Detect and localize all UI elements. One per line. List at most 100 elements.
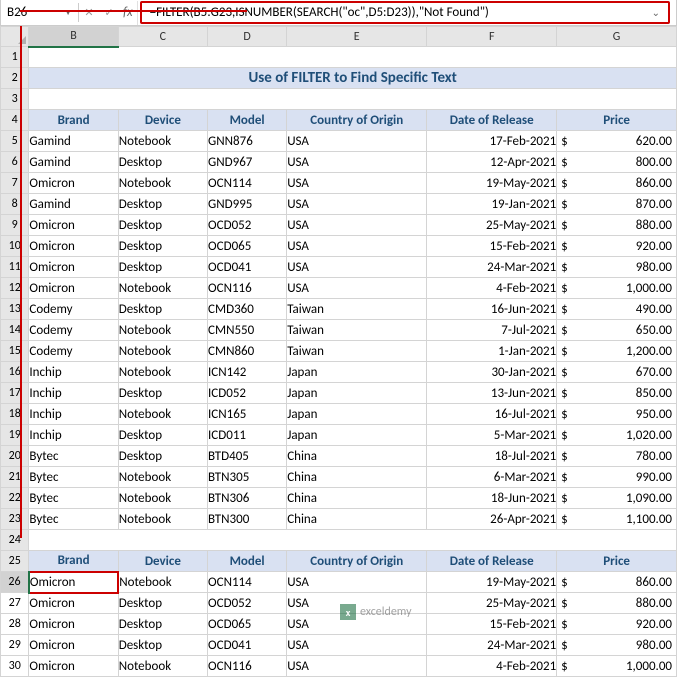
cell-price[interactable]: $1,020.00 [557, 425, 677, 446]
cell-device[interactable]: Desktop [118, 446, 207, 467]
cell-device[interactable]: Notebook [118, 131, 207, 152]
table-row[interactable]: 18 Inchip Notebook ICN165 Japan 16-Jul-2… [1, 404, 677, 425]
table-row[interactable]: 5 Gamind Notebook GNN876 USA 17-Feb-2021… [1, 131, 677, 152]
cell-device[interactable]: Desktop [118, 614, 207, 635]
cell-date[interactable]: 19-May-2021 [427, 173, 557, 194]
fx-icon[interactable]: fx [119, 5, 137, 20]
cell-model[interactable]: OCD041 [208, 635, 287, 656]
cell-price[interactable]: $860.00 [557, 173, 677, 194]
cell-date[interactable]: 25-May-2021 [427, 215, 557, 236]
cell-device[interactable]: Notebook [118, 572, 207, 593]
cell-date[interactable]: 17-Feb-2021 [427, 131, 557, 152]
spill-row[interactable]: 30 Omicron Notebook OCN116 USA 4-Feb-202… [1, 656, 677, 677]
cell-brand[interactable]: Omicron [29, 278, 118, 299]
cell-price[interactable]: $950.00 [557, 404, 677, 425]
cell-brand[interactable]: Bytec [29, 509, 118, 530]
cell-model[interactable]: ICD052 [208, 383, 287, 404]
cell-model[interactable]: GND995 [208, 194, 287, 215]
cell-brand[interactable]: Bytec [29, 467, 118, 488]
col-header-B[interactable]: B [29, 27, 118, 47]
cell-price[interactable]: $870.00 [557, 194, 677, 215]
cell-date[interactable]: 15-Feb-2021 [427, 614, 557, 635]
cell-brand[interactable]: Inchip [29, 383, 118, 404]
table-row[interactable]: 19 Inchip Desktop ICD011 Japan 5-Mar-202… [1, 425, 677, 446]
cancel-icon[interactable]: ✕ [79, 1, 99, 25]
cell-country[interactable]: USA [287, 236, 427, 257]
spill-row[interactable]: 28 Omicron Desktop OCD065 USA 15-Feb-202… [1, 614, 677, 635]
cell-model[interactable]: CMN550 [208, 320, 287, 341]
cell-model[interactable]: OCD052 [208, 215, 287, 236]
cell-country[interactable]: Japan [287, 362, 427, 383]
cell-price[interactable]: $990.00 [557, 467, 677, 488]
cell-price[interactable]: $620.00 [557, 131, 677, 152]
cell-date[interactable]: 24-Mar-2021 [427, 635, 557, 656]
cell-price[interactable]: $780.00 [557, 446, 677, 467]
table-row[interactable]: 16 Inchip Notebook ICN142 Japan 30-Jan-2… [1, 362, 677, 383]
cell-date[interactable]: 12-Apr-2021 [427, 152, 557, 173]
cell-device[interactable]: Desktop [118, 194, 207, 215]
cell-device[interactable]: Desktop [118, 635, 207, 656]
cell-date[interactable]: 7-Jul-2021 [427, 320, 557, 341]
cell-device[interactable]: Notebook [118, 467, 207, 488]
cell-model[interactable]: OCN116 [208, 278, 287, 299]
cell-model[interactable]: OCN114 [208, 173, 287, 194]
cell-price[interactable]: $850.00 [557, 383, 677, 404]
cell-device[interactable]: Notebook [118, 173, 207, 194]
table-row[interactable]: 13 Codemy Desktop CMD360 Taiwan 16-Jun-2… [1, 299, 677, 320]
cell-brand[interactable]: Gamind [29, 152, 118, 173]
col-header-E[interactable]: E [287, 27, 427, 47]
name-box-dropdown-icon[interactable]: ▼ [64, 8, 72, 18]
cell-model[interactable]: BTN300 [208, 509, 287, 530]
cell-country[interactable]: Japan [287, 383, 427, 404]
cell-brand[interactable]: Omicron [29, 173, 118, 194]
row-2[interactable]: 2Use of FILTER to Find Specific Text [1, 68, 677, 89]
cell-model[interactable]: OCD065 [208, 614, 287, 635]
row-3[interactable]: 3 [1, 89, 677, 110]
cell-device[interactable]: Desktop [118, 152, 207, 173]
cell-brand[interactable]: Codemy [29, 299, 118, 320]
cell-price[interactable]: $1,000.00 [557, 656, 677, 677]
cell-brand[interactable]: Omicron [29, 656, 118, 677]
cell-device[interactable]: Desktop [118, 593, 207, 614]
cell-date[interactable]: 13-Jun-2021 [427, 383, 557, 404]
cell-date[interactable]: 1-Jan-2021 [427, 341, 557, 362]
cell-device[interactable]: Notebook [118, 362, 207, 383]
cell-date[interactable]: 4-Feb-2021 [427, 278, 557, 299]
cell-country[interactable]: USA [287, 656, 427, 677]
cell-device[interactable]: Notebook [118, 320, 207, 341]
spill-row[interactable]: 29 Omicron Desktop OCD041 USA 24-Mar-202… [1, 635, 677, 656]
cell-country[interactable]: China [287, 446, 427, 467]
cell-country[interactable]: USA [287, 194, 427, 215]
cell-model[interactable]: CMN860 [208, 341, 287, 362]
select-all-button[interactable] [1, 27, 29, 47]
cell-date[interactable]: 26-Apr-2021 [427, 509, 557, 530]
row-1[interactable]: 1 [1, 47, 677, 68]
cell-brand[interactable]: Codemy [29, 320, 118, 341]
table-row[interactable]: 7 Omicron Notebook OCN114 USA 19-May-202… [1, 173, 677, 194]
cell-price[interactable]: $1,000.00 [557, 278, 677, 299]
cell-country[interactable]: USA [287, 593, 427, 614]
cell-brand[interactable]: Omicron [29, 635, 118, 656]
cell-country[interactable]: Taiwan [287, 341, 427, 362]
cell-device[interactable]: Desktop [118, 215, 207, 236]
table-row[interactable]: 21 Bytec Notebook BTN305 China 6-Mar-202… [1, 467, 677, 488]
cell-price[interactable]: $880.00 [557, 215, 677, 236]
cell-country[interactable]: USA [287, 257, 427, 278]
cell-brand[interactable]: Gamind [29, 194, 118, 215]
cell-price[interactable]: $1,200.00 [557, 341, 677, 362]
cell-device[interactable]: Desktop [118, 383, 207, 404]
table-row[interactable]: 10 Omicron Desktop OCD065 USA 15-Feb-202… [1, 236, 677, 257]
cell-country[interactable]: USA [287, 278, 427, 299]
cell-price[interactable]: $980.00 [557, 635, 677, 656]
cell-date[interactable]: 30-Jan-2021 [427, 362, 557, 383]
cell-country[interactable]: USA [287, 152, 427, 173]
name-box[interactable]: B26 ▼ [1, 3, 79, 22]
cell-country[interactable]: USA [287, 614, 427, 635]
row-24[interactable]: 24 [1, 530, 677, 551]
cell-brand[interactable]: Omicron [29, 215, 118, 236]
cell-brand[interactable]: Omicron [29, 614, 118, 635]
cell-date[interactable]: 6-Mar-2021 [427, 467, 557, 488]
cell-brand[interactable]: Omicron [29, 257, 118, 278]
cell-brand[interactable]: Bytec [29, 446, 118, 467]
cell-device[interactable]: Desktop [118, 425, 207, 446]
